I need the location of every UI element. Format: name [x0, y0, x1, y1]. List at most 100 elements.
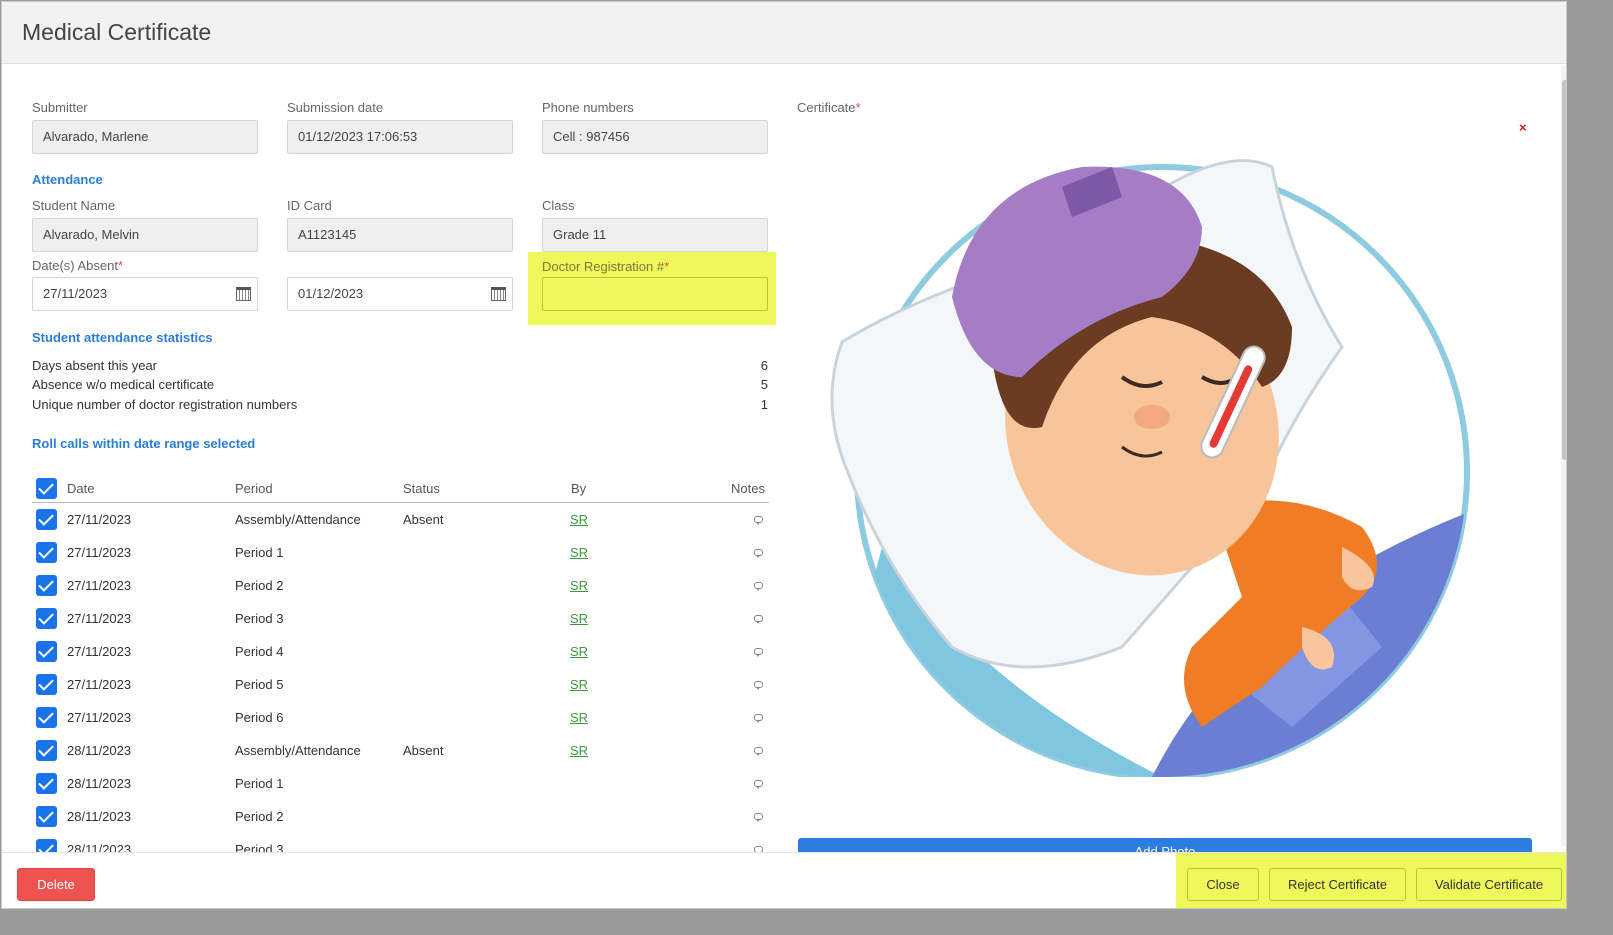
delete-button[interactable]: Delete [17, 868, 95, 901]
row-notes[interactable] [754, 569, 763, 602]
row-notes[interactable] [754, 503, 763, 536]
column-notes[interactable]: Notes [731, 474, 765, 502]
note-icon[interactable] [754, 747, 763, 756]
vertical-scrollbar[interactable] [1561, 66, 1566, 846]
row-period: Period 1 [235, 545, 284, 560]
row-period: Period 2 [235, 809, 284, 824]
row-notes[interactable] [754, 536, 763, 569]
footer-highlight: Close Reject Certificate Validate Certif… [1176, 853, 1566, 908]
note-icon[interactable] [754, 582, 763, 591]
column-status[interactable]: Status [403, 474, 440, 502]
row-period: Period 3 [235, 842, 284, 852]
calendar-icon[interactable] [236, 287, 251, 301]
stat-value: 5 [760, 377, 768, 392]
row-checkbox[interactable] [36, 608, 57, 629]
row-date: 27/11/2023 [67, 611, 132, 626]
stats-section-title: Student attendance statistics [32, 330, 213, 345]
calendar-icon[interactable] [491, 287, 506, 301]
dates-absent-label-text: Date(s) Absent [32, 258, 118, 273]
row-checkbox[interactable] [36, 839, 57, 852]
dates-absent-label: Date(s) Absent* [32, 258, 123, 273]
row-period: Period 6 [235, 710, 284, 725]
row-notes[interactable] [754, 800, 763, 833]
row-checkbox[interactable] [36, 542, 57, 563]
column-date[interactable]: Date [67, 474, 94, 502]
stat-label: Unique number of doctor registration num… [32, 397, 298, 412]
date-absent-from-input[interactable]: 27/11/2023 [32, 277, 258, 311]
note-icon[interactable] [754, 549, 763, 558]
row-checkbox[interactable] [36, 575, 57, 596]
table-row[interactable]: 27/11/2023 Period 5 SR [32, 668, 769, 701]
select-all-checkbox[interactable] [36, 478, 57, 499]
row-date: 27/11/2023 [67, 677, 132, 692]
row-notes[interactable] [754, 635, 763, 668]
row-date: 27/11/2023 [67, 512, 132, 527]
row-checkbox[interactable] [36, 773, 57, 794]
table-header: Date Period Status By Notes [32, 474, 769, 503]
row-date: 28/11/2023 [67, 743, 132, 758]
row-period: Assembly/Attendance [235, 743, 361, 758]
date-absent-to-input[interactable]: 01/12/2023 [287, 277, 513, 311]
row-by-link[interactable]: SR [570, 503, 588, 536]
row-period: Period 2 [235, 578, 284, 593]
table-row[interactable]: 27/11/2023 Period 3 SR [32, 602, 769, 635]
column-by[interactable]: By [571, 474, 586, 502]
stat-value: 1 [760, 397, 768, 412]
table-row[interactable]: 27/11/2023 Assembly/Attendance Absent SR [32, 503, 769, 536]
row-checkbox[interactable] [36, 509, 57, 530]
row-notes[interactable] [754, 602, 763, 635]
row-notes[interactable] [754, 767, 763, 800]
row-period: Period 3 [235, 611, 284, 626]
row-status: Absent [403, 743, 444, 758]
table-row[interactable]: 28/11/2023 Period 2 [32, 800, 769, 833]
note-icon[interactable] [754, 516, 763, 525]
row-by-link[interactable]: SR [570, 569, 588, 602]
table-row[interactable]: 27/11/2023 Period 1 SR [32, 536, 769, 569]
validate-certificate-button[interactable]: Validate Certificate [1416, 868, 1562, 901]
scrollbar-thumb[interactable] [1562, 80, 1566, 460]
row-by-link[interactable]: SR [570, 602, 588, 635]
row-notes[interactable] [754, 833, 763, 852]
doctor-registration-label-text: Doctor Registration # [542, 259, 665, 274]
row-by-link[interactable]: SR [570, 536, 588, 569]
row-checkbox[interactable] [36, 674, 57, 695]
remove-certificate-icon[interactable]: × [1519, 120, 1527, 135]
table-row[interactable]: 27/11/2023 Period 6 SR [32, 701, 769, 734]
table-row[interactable]: 28/11/2023 Period 3 [32, 833, 769, 852]
row-by-link[interactable]: SR [570, 701, 588, 734]
table-row[interactable]: 28/11/2023 Period 1 [32, 767, 769, 800]
note-icon[interactable] [754, 813, 763, 822]
note-icon[interactable] [754, 615, 763, 624]
table-row[interactable]: 27/11/2023 Period 2 SR [32, 569, 769, 602]
table-row[interactable]: 27/11/2023 Period 4 SR [32, 635, 769, 668]
note-icon[interactable] [754, 648, 763, 657]
stat-row: Unique number of doctor registration num… [32, 397, 768, 415]
row-checkbox[interactable] [36, 641, 57, 662]
row-checkbox[interactable] [36, 707, 57, 728]
note-icon[interactable] [754, 780, 763, 789]
student-name-label: Student Name [32, 198, 116, 213]
note-icon[interactable] [754, 714, 763, 723]
certificate-label-text: Certificate [797, 100, 856, 115]
reject-certificate-button[interactable]: Reject Certificate [1269, 868, 1406, 901]
submitter-label: Submitter [32, 100, 88, 115]
stat-row: Days absent this year 6 [32, 358, 768, 376]
row-notes[interactable] [754, 668, 763, 701]
row-notes[interactable] [754, 734, 763, 767]
row-by-link[interactable]: SR [570, 668, 588, 701]
row-checkbox[interactable] [36, 740, 57, 761]
doctor-registration-input[interactable] [542, 277, 768, 311]
row-by-link[interactable]: SR [570, 635, 588, 668]
row-by-link[interactable]: SR [570, 734, 588, 767]
close-button[interactable]: Close [1187, 868, 1259, 901]
stat-row: Absence w/o medical certificate 5 [32, 377, 768, 395]
column-period[interactable]: Period [235, 474, 273, 502]
row-checkbox[interactable] [36, 806, 57, 827]
submitter-field: Alvarado, Marlene [32, 120, 258, 154]
table-row[interactable]: 28/11/2023 Assembly/Attendance Absent SR [32, 734, 769, 767]
footer-bar: Delete Close Reject Certificate Validate… [2, 852, 1566, 908]
attendance-section-title: Attendance [32, 172, 103, 187]
note-icon[interactable] [754, 681, 763, 690]
row-notes[interactable] [754, 701, 763, 734]
medical-certificate-window: Medical Certificate Submitter Alvarado, … [1, 1, 1567, 909]
